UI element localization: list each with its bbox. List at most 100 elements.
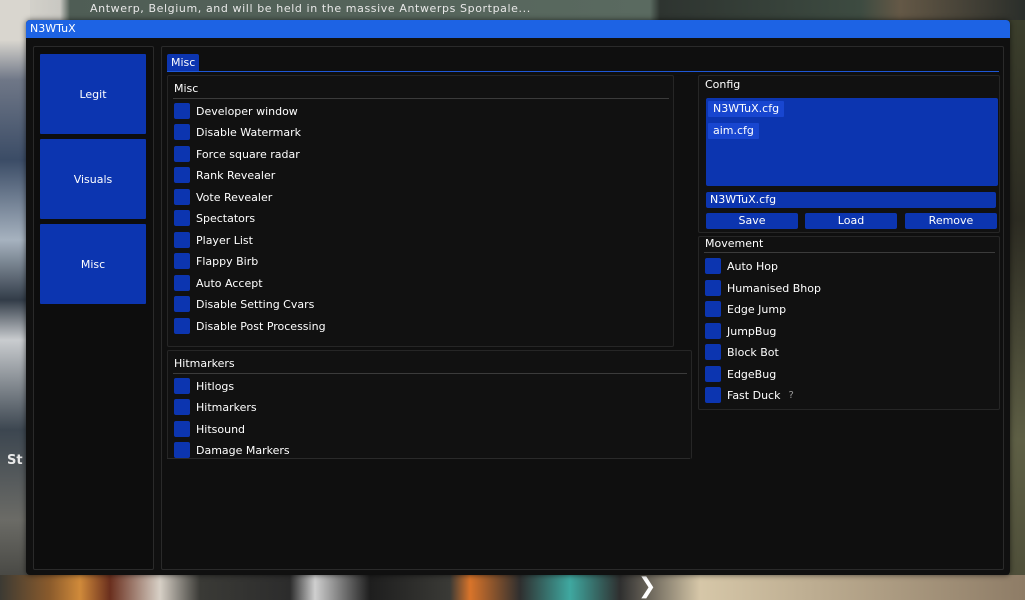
window-titlebar[interactable]: N3WTuX xyxy=(26,20,1010,38)
checkbox-label: Disable Setting Cvars xyxy=(196,297,315,311)
checkbox-box[interactable] xyxy=(174,318,190,334)
help-icon[interactable]: ? xyxy=(788,390,793,401)
checkbox-label: Hitlogs xyxy=(196,379,235,393)
checkbox-box[interactable] xyxy=(705,280,721,296)
checkbox-disable-setting-cvars[interactable]: Disable Setting Cvars xyxy=(174,295,314,313)
group-divider xyxy=(173,373,687,374)
checkbox-label: Rank Revealer xyxy=(196,168,276,182)
checkbox-flappy-birb[interactable]: Flappy Birb xyxy=(174,252,258,270)
checkbox-label: Hitmarkers xyxy=(196,400,257,414)
checkbox-box[interactable] xyxy=(705,366,721,382)
checkbox-label: Vote Revealer xyxy=(196,190,273,204)
checkbox-label: Spectators xyxy=(196,211,256,225)
checkbox-box[interactable] xyxy=(174,442,190,458)
chevron-right-icon: ❯ xyxy=(638,574,657,599)
checkbox-humanised-bhop[interactable]: Humanised Bhop xyxy=(705,279,821,297)
background-left-label: St xyxy=(7,453,23,468)
checkbox-box[interactable] xyxy=(174,189,190,205)
group-divider xyxy=(173,98,669,99)
checkbox-box[interactable] xyxy=(705,301,721,317)
checkbox-label: EdgeBug xyxy=(727,367,777,381)
sidebar-item-label: Misc xyxy=(80,257,106,271)
sidebar-item-label: Visuals xyxy=(73,172,113,186)
checkbox-hitmarkers[interactable]: Hitmarkers xyxy=(174,398,257,416)
checkbox-label: Player List xyxy=(196,233,253,247)
group-title: Misc xyxy=(174,82,199,95)
checkbox-box[interactable] xyxy=(174,103,190,119)
group-divider xyxy=(704,252,995,253)
checkbox-force-square-radar[interactable]: Force square radar xyxy=(174,145,300,163)
checkbox-label: Hitsound xyxy=(196,422,246,436)
checkbox-vote-revealer[interactable]: Vote Revealer xyxy=(174,188,272,206)
checkbox-box[interactable] xyxy=(174,124,190,140)
menu-window: N3WTuX Legit Visuals Misc Misc Misc Deve… xyxy=(26,20,1010,575)
checkbox-disable-watermark[interactable]: Disable Watermark xyxy=(174,123,301,141)
checkbox-block-bot[interactable]: Block Bot xyxy=(705,343,779,361)
checkbox-box[interactable] xyxy=(174,378,190,394)
checkbox-spectators[interactable]: Spectators xyxy=(174,209,255,227)
config-list-item[interactable]: aim.cfg xyxy=(708,123,759,139)
checkbox-edgebug[interactable]: EdgeBug xyxy=(705,365,776,383)
config-list-item[interactable]: N3WTuX.cfg xyxy=(708,101,785,117)
sidebar-item-label: Legit xyxy=(79,87,107,101)
checkbox-box[interactable] xyxy=(174,275,190,291)
checkbox-auto-accept[interactable]: Auto Accept xyxy=(174,274,263,292)
background-right-art xyxy=(1009,20,1025,600)
checkbox-developer-window[interactable]: Developer window xyxy=(174,102,298,120)
group-title: Config xyxy=(705,78,741,91)
movement-group: Movement Auto Hop Humanised Bhop Edge Ju… xyxy=(698,236,1000,410)
checkbox-box[interactable] xyxy=(174,167,190,183)
background-stickers-strip xyxy=(0,575,1025,600)
checkbox-label: Auto Accept xyxy=(196,276,263,290)
tab-misc[interactable]: Misc xyxy=(167,54,200,71)
background-game-banner: Antwerp, Belgium, and will be held in th… xyxy=(0,0,1025,20)
misc-group: Misc Developer window Disable Watermark … xyxy=(167,75,674,347)
checkbox-damage-markers[interactable]: Damage Markers xyxy=(174,441,290,459)
save-config-button[interactable]: Save xyxy=(706,213,798,229)
checkbox-label: Block Bot xyxy=(727,345,779,359)
sidebar-item-visuals[interactable]: Visuals xyxy=(40,139,146,219)
config-name-input[interactable]: N3WTuX.cfg xyxy=(706,192,996,208)
checkbox-label: Fast Duck xyxy=(727,388,781,402)
group-title: Movement xyxy=(705,237,764,250)
checkbox-box[interactable] xyxy=(174,146,190,162)
checkbox-rank-revealer[interactable]: Rank Revealer xyxy=(174,166,275,184)
tab-bar: Misc xyxy=(167,54,999,72)
checkbox-box[interactable] xyxy=(174,210,190,226)
checkbox-box[interactable] xyxy=(174,421,190,437)
checkbox-box[interactable] xyxy=(174,253,190,269)
checkbox-label: Disable Post Processing xyxy=(196,319,326,333)
checkbox-player-list[interactable]: Player List xyxy=(174,231,253,249)
checkbox-box[interactable] xyxy=(174,399,190,415)
checkbox-box[interactable] xyxy=(174,296,190,312)
checkbox-jumpbug[interactable]: JumpBug xyxy=(705,322,776,340)
checkbox-disable-post-processing[interactable]: Disable Post Processing xyxy=(174,317,326,335)
checkbox-label: Flappy Birb xyxy=(196,254,259,268)
checkbox-label: Auto Hop xyxy=(727,259,779,273)
checkbox-box[interactable] xyxy=(705,258,721,274)
checkbox-box[interactable] xyxy=(705,344,721,360)
checkbox-label: Disable Watermark xyxy=(196,125,301,139)
checkbox-label: Force square radar xyxy=(196,147,300,161)
checkbox-hitlogs[interactable]: Hitlogs xyxy=(174,377,234,395)
checkbox-box[interactable] xyxy=(174,232,190,248)
main-panel: Misc Misc Developer window Disable Water… xyxy=(161,46,1004,570)
sidebar-item-misc[interactable]: Misc xyxy=(40,224,146,304)
hitmarkers-group: Hitmarkers Hitlogs Hitmarkers Hitsound D… xyxy=(167,350,692,459)
checkbox-label: Developer window xyxy=(196,104,298,118)
checkbox-box[interactable] xyxy=(705,323,721,339)
checkbox-edge-jump[interactable]: Edge Jump xyxy=(705,300,786,318)
group-title: Hitmarkers xyxy=(174,357,235,370)
remove-config-button[interactable]: Remove xyxy=(905,213,997,229)
window-title: N3WTuX xyxy=(30,22,76,35)
checkbox-label: JumpBug xyxy=(727,324,777,338)
checkbox-hitsound[interactable]: Hitsound xyxy=(174,420,245,438)
checkbox-fast-duck[interactable]: Fast Duck? xyxy=(705,386,794,404)
background-news-text: Antwerp, Belgium, and will be held in th… xyxy=(90,2,531,15)
sidebar-item-legit[interactable]: Legit xyxy=(40,54,146,134)
load-config-button[interactable]: Load xyxy=(805,213,897,229)
checkbox-label: Damage Markers xyxy=(196,443,290,457)
config-list[interactable]: N3WTuX.cfg aim.cfg xyxy=(706,98,998,186)
checkbox-box[interactable] xyxy=(705,387,721,403)
checkbox-auto-hop[interactable]: Auto Hop xyxy=(705,257,778,275)
